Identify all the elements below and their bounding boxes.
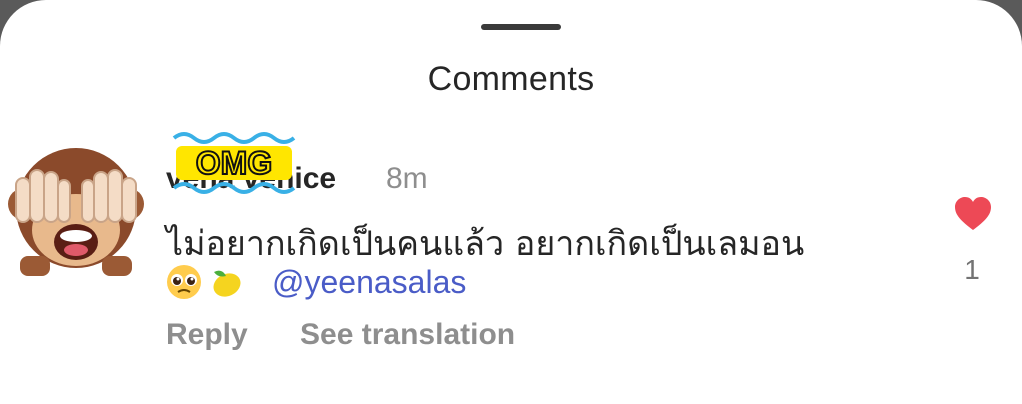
comments-sheet: Comments vena venice 8m OMG ไม่อ — [0, 0, 1022, 404]
see-translation-button[interactable]: See translation — [300, 318, 515, 352]
comment-timestamp: 8m — [386, 162, 428, 195]
reply-button[interactable]: Reply — [166, 318, 248, 352]
like-button[interactable] — [950, 196, 996, 237]
see-no-evil-monkey-icon[interactable] — [6, 138, 146, 278]
pleading-face-icon — [167, 265, 201, 299]
heart-icon — [955, 197, 991, 230]
sheet-title: Comments — [427, 60, 595, 98]
sheet-drag-handle[interactable] — [481, 24, 561, 30]
comment-emoji-row: @yeenasalas — [166, 262, 466, 302]
lemon-icon — [213, 270, 241, 297]
omg-sticker: OMG — [172, 132, 296, 194]
comment-actions: Reply See translation — [166, 318, 515, 352]
omg-sticker-text: OMG — [196, 145, 272, 181]
like-count: 1 — [964, 254, 980, 285]
mention-link[interactable]: @yeenasalas — [272, 264, 466, 301]
